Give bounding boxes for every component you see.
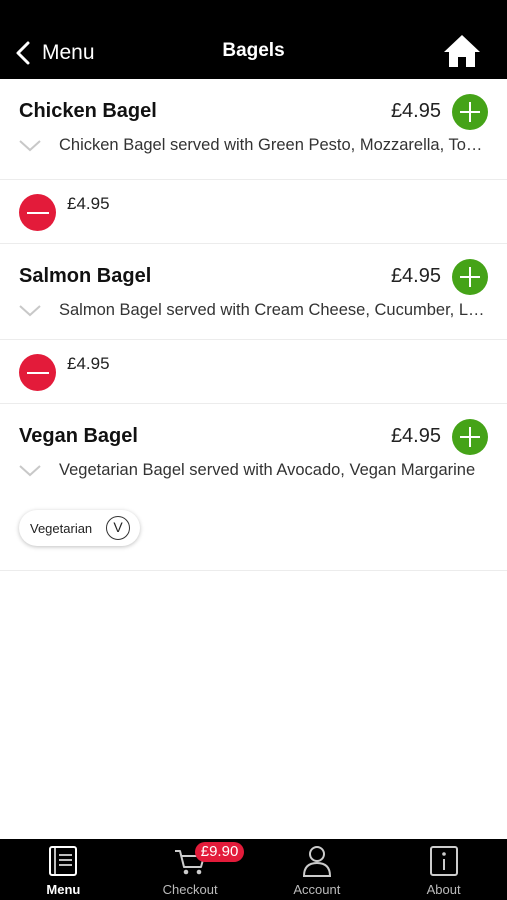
tab-checkout[interactable]: £9.90 Checkout <box>127 839 254 900</box>
tab-account[interactable]: Account <box>254 839 381 900</box>
item-main: Vegan Bagel £4.95 Vegetarian Bagel serve… <box>0 404 507 504</box>
product-list: Chicken Bagel £4.95 Chicken Bagel served… <box>0 79 507 571</box>
dietary-tag-row: Vegetarian V <box>0 504 507 570</box>
bottom-nav: Menu £9.90 Checkout Account About <box>0 839 507 900</box>
item-description: Vegetarian Bagel served with Avocado, Ve… <box>59 461 476 479</box>
basket-quantity-row: £4.95 <box>0 179 507 243</box>
item-price: £4.95 <box>390 265 441 287</box>
basket-item-price: £4.95 <box>67 354 110 373</box>
basket-item-price: £4.95 <box>67 194 110 213</box>
tab-about[interactable]: About <box>380 839 507 900</box>
item-price: £4.95 <box>390 425 441 447</box>
item-main: Salmon Bagel £4.95 Salmon Bagel served w… <box>0 244 507 339</box>
home-icon <box>444 35 480 67</box>
item-name: Vegan Bagel <box>19 425 138 447</box>
add-to-basket-button[interactable] <box>452 259 488 295</box>
expand-chevron-icon[interactable] <box>19 139 41 153</box>
tab-menu[interactable]: Menu <box>0 839 127 900</box>
remove-from-basket-button[interactable] <box>19 194 56 231</box>
page-title: Bagels <box>222 40 285 61</box>
item-description: Salmon Bagel served with Cream Cheese, C… <box>59 301 488 319</box>
tab-label: Menu <box>46 882 81 897</box>
vegetarian-badge: Vegetarian V <box>19 510 140 546</box>
menu-book-icon <box>49 846 78 876</box>
item-description: Chicken Bagel served with Green Pesto, M… <box>59 136 488 154</box>
list-item: Chicken Bagel £4.95 Chicken Bagel served… <box>0 79 507 244</box>
item-name: Salmon Bagel <box>19 265 152 287</box>
tag-label: Vegetarian <box>30 520 93 536</box>
item-price: £4.95 <box>390 100 441 122</box>
tab-label: Checkout <box>162 882 218 897</box>
add-to-basket-button[interactable] <box>452 94 488 130</box>
vegetarian-icon: V <box>106 516 130 540</box>
account-icon <box>302 846 331 877</box>
tab-label: Account <box>293 882 341 897</box>
basket-quantity-row: £4.95 <box>0 339 507 403</box>
item-name: Chicken Bagel <box>19 100 157 122</box>
app-header: Menu Bagels <box>0 0 507 79</box>
expand-chevron-icon[interactable] <box>19 304 41 318</box>
remove-from-basket-button[interactable] <box>19 354 56 391</box>
cart-total-badge: £9.90 <box>194 842 245 862</box>
item-main: Chicken Bagel £4.95 Chicken Bagel served… <box>0 79 507 179</box>
add-to-basket-button[interactable] <box>452 419 488 455</box>
list-item: Vegan Bagel £4.95 Vegetarian Bagel serve… <box>0 404 507 571</box>
info-icon <box>429 846 458 876</box>
tab-label: About <box>426 882 461 897</box>
list-item: Salmon Bagel £4.95 Salmon Bagel served w… <box>0 244 507 404</box>
home-button[interactable] <box>443 34 481 68</box>
expand-chevron-icon[interactable] <box>19 464 41 478</box>
